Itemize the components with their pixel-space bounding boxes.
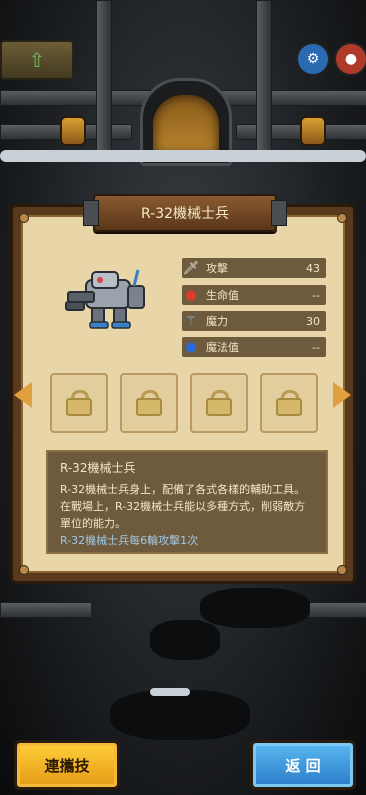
snow-ledge-top	[0, 150, 366, 162]
skill-slot-1[interactable]	[50, 373, 108, 433]
stat-label: 生命值	[206, 289, 239, 302]
stat-value: 43	[306, 261, 320, 275]
lock-icon	[66, 390, 92, 416]
back-label: 返 回	[285, 756, 321, 775]
stat-row-magic-power: ⚚ 魔力 30	[182, 311, 326, 331]
up-arrow-button[interactable]: ⇧	[0, 40, 74, 80]
shop-button[interactable]: ●	[334, 42, 366, 76]
rivet	[337, 565, 347, 575]
combo-skill-label: 連攜技	[44, 756, 90, 775]
robot-unit-sprite	[65, 269, 145, 329]
sword-icon: 🗡	[182, 260, 200, 276]
red-potion-icon: ●	[185, 287, 197, 303]
stat-row-attack: 🗡 攻擊 43	[182, 258, 326, 278]
attack-frequency-note: R-32機械士兵每6輪攻擊1次	[60, 534, 199, 547]
unit-name-plate: R-32機械士兵	[83, 194, 287, 232]
rivet	[19, 565, 29, 575]
back-button[interactable]: 返 回	[250, 740, 356, 790]
description-body: R-32機械士兵身上，配備了各式各樣的輔助工具。在戰場上，R-32機械士兵能以多…	[60, 483, 306, 530]
settings-button[interactable]: ⚙	[296, 42, 330, 76]
pipe-vertical-right	[256, 0, 272, 152]
shop-icon: ●	[344, 51, 358, 67]
pipe-bottom-left	[0, 602, 92, 618]
lock-icon	[276, 390, 302, 416]
stat-row-mana: ● 魔法值 --	[182, 337, 326, 357]
floor-hole-2	[150, 620, 220, 660]
up-arrow-icon: ⇧	[28, 48, 46, 72]
left-arrow-icon[interactable]	[14, 382, 32, 408]
stat-value: 30	[306, 314, 320, 328]
lock-icon	[136, 390, 162, 416]
rivet	[337, 213, 347, 223]
unit-name: R-32機械士兵	[140, 206, 230, 222]
blue-potion-icon: ●	[185, 339, 197, 355]
settings-icon: ⚙	[306, 51, 320, 67]
stat-value: --	[312, 340, 320, 354]
right-arrow-icon[interactable]	[333, 382, 351, 408]
skill-slot-2[interactable]	[120, 373, 178, 433]
stat-row-hp: ● 生命值 --	[182, 285, 326, 305]
snow-patch	[150, 688, 190, 696]
unit-description-box: R-32機械士兵 R-32機械士兵身上，配備了各式各樣的輔助工具。在戰場上，R-…	[46, 450, 328, 554]
barrel-left	[60, 116, 86, 146]
combo-skill-button[interactable]: 連攜技	[14, 740, 120, 790]
lock-icon	[206, 390, 232, 416]
barrel-right	[300, 116, 326, 146]
magic-staff-icon: ⚚	[185, 313, 197, 329]
stat-value: --	[312, 288, 320, 302]
stat-label: 魔力	[206, 315, 228, 328]
stat-label: 魔法值	[206, 341, 239, 354]
stat-label: 攻擊	[206, 262, 228, 275]
rivet	[19, 213, 29, 223]
floor-hole-3	[110, 690, 250, 740]
skill-slot-4[interactable]	[260, 373, 318, 433]
description-title: R-32機械士兵	[60, 461, 136, 475]
skill-slot-3[interactable]	[190, 373, 248, 433]
floor-hole-1	[200, 588, 310, 628]
pipe-vertical-left	[96, 0, 112, 152]
